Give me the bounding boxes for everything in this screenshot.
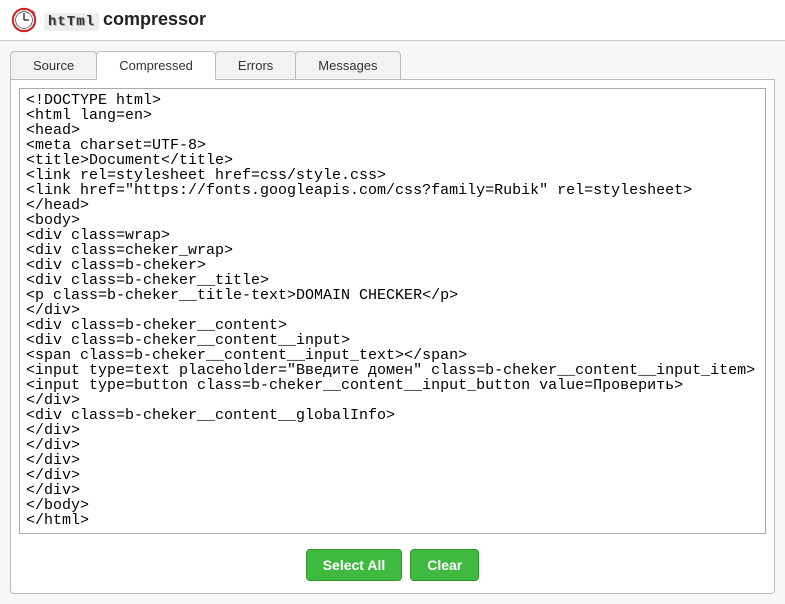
tab-panel: <!DOCTYPE html> <html lang=en> <head> <m…: [10, 80, 775, 594]
app-header: htTml compressor: [0, 0, 785, 41]
tabs-bar: Source Compressed Errors Messages: [10, 51, 775, 80]
app-logo: htTml compressor: [10, 6, 775, 34]
select-all-button[interactable]: Select All: [306, 549, 403, 581]
logo-compressor-label: compressor: [103, 9, 206, 30]
logo-text: htTml compressor: [44, 9, 206, 31]
tab-messages[interactable]: Messages: [295, 51, 400, 79]
main-content: Source Compressed Errors Messages <!DOCT…: [0, 41, 785, 604]
clock-icon: [10, 6, 38, 34]
logo-html-label: htTml: [44, 13, 99, 31]
tab-errors[interactable]: Errors: [215, 51, 296, 79]
button-row: Select All Clear: [19, 539, 766, 585]
tab-compressed[interactable]: Compressed: [96, 51, 216, 80]
tab-source[interactable]: Source: [10, 51, 97, 79]
clear-button[interactable]: Clear: [410, 549, 479, 581]
compressed-output[interactable]: <!DOCTYPE html> <html lang=en> <head> <m…: [19, 88, 766, 534]
